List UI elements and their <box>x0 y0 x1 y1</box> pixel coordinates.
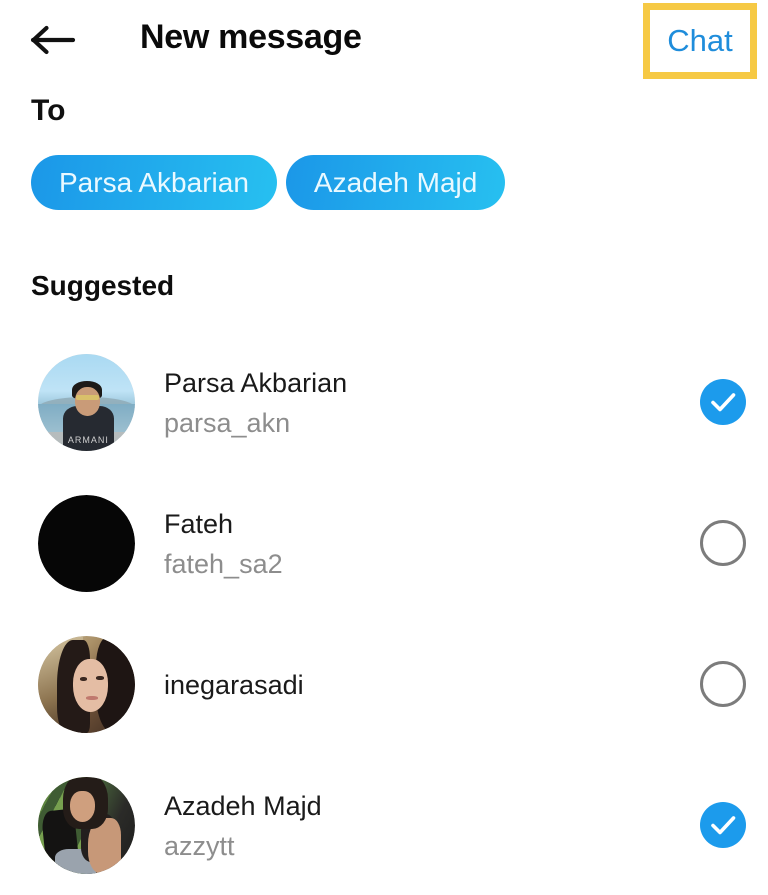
selection-checkbox-selected[interactable] <box>700 379 746 425</box>
list-item[interactable]: inegarasadi <box>0 620 768 761</box>
selection-checkbox-selected[interactable] <box>700 802 746 848</box>
recipient-chip[interactable]: Azadeh Majd <box>285 155 506 210</box>
avatar <box>38 495 135 592</box>
suggested-section-title: Suggested <box>31 270 175 301</box>
person-name: Parsa Akbarian <box>164 367 348 398</box>
header-bar: New message Chat <box>0 0 768 82</box>
person-username: parsa_akn <box>164 407 291 438</box>
back-button[interactable] <box>22 10 84 70</box>
list-item-text: inegarasadi <box>164 636 644 733</box>
list-item-text: Fateh fateh_sa2 <box>164 495 644 592</box>
avatar <box>38 636 135 733</box>
person-name: inegarasadi <box>164 669 304 700</box>
chat-button[interactable]: Chat <box>643 3 757 79</box>
list-item[interactable]: ARMANI Parsa Akbarian parsa_akn <box>0 338 768 479</box>
selection-checkbox-unselected[interactable] <box>700 520 746 566</box>
check-filled-icon <box>700 802 746 848</box>
suggested-people-list: ARMANI Parsa Akbarian parsa_akn Fateh fa… <box>0 338 768 895</box>
person-username: fateh_sa2 <box>164 548 283 579</box>
list-item-text: Parsa Akbarian parsa_akn <box>164 354 644 451</box>
check-filled-icon <box>700 379 746 425</box>
recipient-chip[interactable]: Parsa Akbarian <box>31 155 277 210</box>
selection-checkbox-unselected[interactable] <box>700 661 746 707</box>
list-item-text: Azadeh Majd azzytt <box>164 777 644 874</box>
to-label: To <box>31 94 66 127</box>
list-item[interactable]: Azadeh Majd azzytt <box>0 761 768 895</box>
person-name: Fateh <box>164 508 234 539</box>
new-message-screen: New message Chat To Parsa Akbarian Azade… <box>0 0 768 895</box>
avatar: ARMANI <box>38 354 135 451</box>
page-title: New message <box>140 18 362 56</box>
back-arrow-icon <box>30 23 76 57</box>
avatar <box>38 777 135 874</box>
person-name: Azadeh Majd <box>164 790 322 821</box>
recipient-chip-list: Parsa Akbarian Azadeh Majd <box>31 155 506 210</box>
list-item[interactable]: Fateh fateh_sa2 <box>0 479 768 620</box>
person-username: azzytt <box>164 830 235 861</box>
